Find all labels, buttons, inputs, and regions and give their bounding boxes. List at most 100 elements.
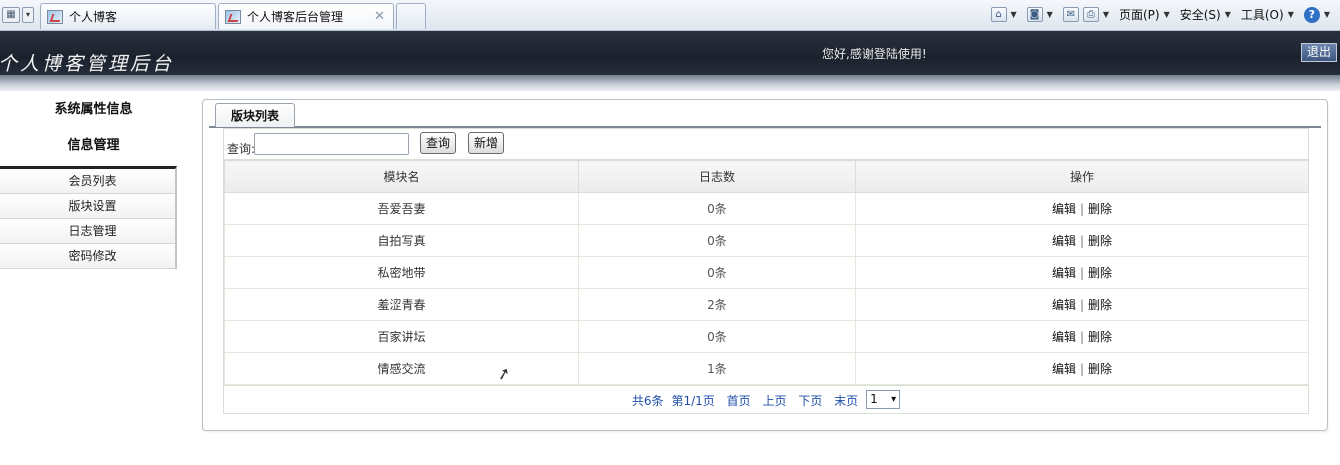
- mail-icon[interactable]: ✉: [1062, 7, 1079, 22]
- close-tab-icon[interactable]: ✕: [374, 9, 385, 24]
- pager-last-link[interactable]: 末页: [834, 394, 858, 408]
- delete-link[interactable]: 删除: [1088, 266, 1112, 280]
- print-dropdown-icon[interactable]: ▼: [1103, 10, 1109, 19]
- welcome-message: 您好,感谢登陆使用!: [822, 47, 927, 61]
- table-row: 羞涩青春 2条 编辑 | 删除: [224, 288, 1309, 321]
- actions-cell: 编辑 | 删除: [855, 256, 1309, 289]
- pager-first-link[interactable]: 首页: [727, 394, 751, 408]
- logout-button[interactable]: 退出: [1301, 43, 1337, 62]
- search-button[interactable]: 查询: [420, 132, 456, 154]
- help-icon[interactable]: ?: [1303, 6, 1320, 23]
- actions-cell: 编辑 | 删除: [855, 192, 1309, 225]
- log-count-cell: 2条: [578, 288, 856, 321]
- log-count-cell: 0条: [578, 256, 856, 289]
- query-input[interactable]: [254, 133, 409, 155]
- safety-menu-dropdown-icon[interactable]: ▼: [1225, 10, 1231, 19]
- action-separator: |: [1079, 298, 1085, 312]
- log-count-cell: 0条: [578, 224, 856, 257]
- edit-link[interactable]: 编辑: [1052, 266, 1076, 280]
- query-label: 查询:: [227, 142, 256, 156]
- sidebar-menu: 会员列表 版块设置 日志管理 密码修改: [0, 166, 177, 269]
- module-name-cell: 情感交流: [224, 352, 579, 385]
- module-name-cell: 百家讲坛: [224, 320, 579, 353]
- module-name-cell: 吾爱吾妻: [224, 192, 579, 225]
- tools-menu[interactable]: 工具(O): [1241, 6, 1284, 23]
- sidebar-item-board-settings[interactable]: 版块设置: [0, 194, 175, 219]
- column-header-actions: 操作: [855, 160, 1309, 193]
- page-favicon-icon: [47, 9, 63, 24]
- header-shade: [0, 75, 1340, 91]
- browser-tab-label: 个人博客后台管理: [247, 10, 344, 24]
- log-count-cell: 1条: [578, 352, 856, 385]
- action-separator: |: [1079, 202, 1085, 216]
- board-list-content: 查询: 查询 新增 模块名 日志数 操作 吾爱吾妻 0条 编辑 | 删除 自拍写…: [223, 128, 1309, 414]
- feed-icon[interactable]: ◙: [1026, 7, 1043, 22]
- page-menu-dropdown-icon[interactable]: ▼: [1164, 10, 1170, 19]
- sidebar-item-log-management[interactable]: 日志管理: [0, 219, 175, 244]
- delete-link[interactable]: 删除: [1088, 234, 1112, 248]
- actions-cell: 编辑 | 删除: [855, 320, 1309, 353]
- query-bar: 查询: 查询 新增: [224, 129, 1308, 160]
- action-separator: |: [1079, 330, 1085, 344]
- edit-link[interactable]: 编辑: [1052, 362, 1076, 376]
- action-separator: |: [1079, 234, 1085, 248]
- table-row: 情感交流 1条 编辑 | 删除: [224, 352, 1309, 385]
- feed-dropdown-icon[interactable]: ▼: [1047, 10, 1053, 19]
- browser-tab-bar: ▦ ▾ 个人博客 个人博客后台管理 ✕ ⌂ ▼ ◙ ▼ ✉ ⎙ ▼ 页面(P) ▼ 安全…: [0, 0, 1340, 31]
- delete-link[interactable]: 删除: [1088, 202, 1112, 216]
- table-header-row: 模块名 日志数 操作: [224, 160, 1309, 193]
- actions-cell: 编辑 | 删除: [855, 224, 1309, 257]
- edit-link[interactable]: 编辑: [1052, 298, 1076, 312]
- module-name-cell: 羞涩青春: [224, 288, 579, 321]
- module-name-cell: 自拍写真: [224, 224, 579, 257]
- page-menu[interactable]: 页面(P): [1119, 6, 1160, 23]
- browser-tab-admin[interactable]: 个人博客后台管理 ✕: [218, 3, 394, 29]
- browser-tab-blog[interactable]: 个人博客: [40, 3, 216, 29]
- sidebar-section-info-management[interactable]: 信息管理: [0, 126, 177, 166]
- home-icon[interactable]: ⌂: [990, 7, 1007, 22]
- edit-link[interactable]: 编辑: [1052, 202, 1076, 216]
- action-separator: |: [1079, 266, 1085, 280]
- delete-link[interactable]: 删除: [1088, 330, 1112, 344]
- table-row: 百家讲坛 0条 编辑 | 删除: [224, 320, 1309, 353]
- table-row: 自拍写真 0条 编辑 | 删除: [224, 224, 1309, 257]
- column-header-log-count: 日志数: [578, 160, 856, 193]
- delete-link[interactable]: 删除: [1088, 362, 1112, 376]
- new-tab-button[interactable]: [396, 3, 426, 29]
- table-row: 私密地带 0条 编辑 | 删除: [224, 256, 1309, 289]
- quick-tabs-icon[interactable]: ▦: [2, 7, 20, 23]
- sidebar-section-system-info[interactable]: 系统属性信息: [0, 94, 177, 126]
- table-row: 吾爱吾妻 0条 编辑 | 删除: [224, 192, 1309, 225]
- tab-list-dropdown-icon[interactable]: ▾: [22, 7, 34, 23]
- home-dropdown-icon[interactable]: ▼: [1011, 10, 1017, 19]
- board-list-panel: 版块列表 查询: 查询 新增 模块名 日志数 操作 吾爱吾妻 0条 编辑 | 删除: [202, 99, 1328, 431]
- pager-total: 共6条: [631, 394, 664, 408]
- pager-prev-link[interactable]: 上页: [762, 394, 786, 408]
- delete-link[interactable]: 删除: [1088, 298, 1112, 312]
- print-icon[interactable]: ⎙: [1082, 7, 1099, 22]
- tab-board-list[interactable]: 版块列表: [215, 103, 295, 127]
- sidebar-item-member-list[interactable]: 会员列表: [0, 169, 175, 194]
- edit-link[interactable]: 编辑: [1052, 330, 1076, 344]
- action-separator: |: [1079, 362, 1085, 376]
- browser-tab-label: 个人博客: [69, 10, 118, 24]
- actions-cell: 编辑 | 删除: [855, 288, 1309, 321]
- pagination: 共6条 第1/1页 首页 上页 下页 末页 1: [224, 385, 1308, 415]
- sidebar-item-change-password[interactable]: 密码修改: [0, 244, 175, 269]
- add-button[interactable]: 新增: [468, 132, 504, 154]
- page-favicon-icon: [225, 9, 241, 24]
- safety-menu[interactable]: 安全(S): [1180, 6, 1221, 23]
- tools-menu-dropdown-icon[interactable]: ▼: [1288, 10, 1294, 19]
- log-count-cell: 0条: [578, 320, 856, 353]
- board-table: 模块名 日志数 操作 吾爱吾妻 0条 编辑 | 删除 自拍写真 0条 编辑 | 删除 私…: [224, 160, 1309, 385]
- pager-next-link[interactable]: 下页: [798, 394, 822, 408]
- app-title: 个人博客管理后台: [0, 53, 175, 75]
- browser-command-bar: ⌂ ▼ ◙ ▼ ✉ ⎙ ▼ 页面(P) ▼ 安全(S) ▼ 工具(O) ▼ ? ▼: [990, 6, 1337, 23]
- column-header-module-name: 模块名: [224, 160, 579, 193]
- sidebar: 系统属性信息 信息管理 会员列表 版块设置 日志管理 密码修改: [0, 94, 177, 269]
- help-dropdown-icon[interactable]: ▼: [1324, 10, 1330, 19]
- edit-link[interactable]: 编辑: [1052, 234, 1076, 248]
- app-header: 个人博客管理后台 您好,感谢登陆使用! 退出: [0, 31, 1340, 75]
- page-select[interactable]: 1: [866, 390, 901, 409]
- log-count-cell: 0条: [578, 192, 856, 225]
